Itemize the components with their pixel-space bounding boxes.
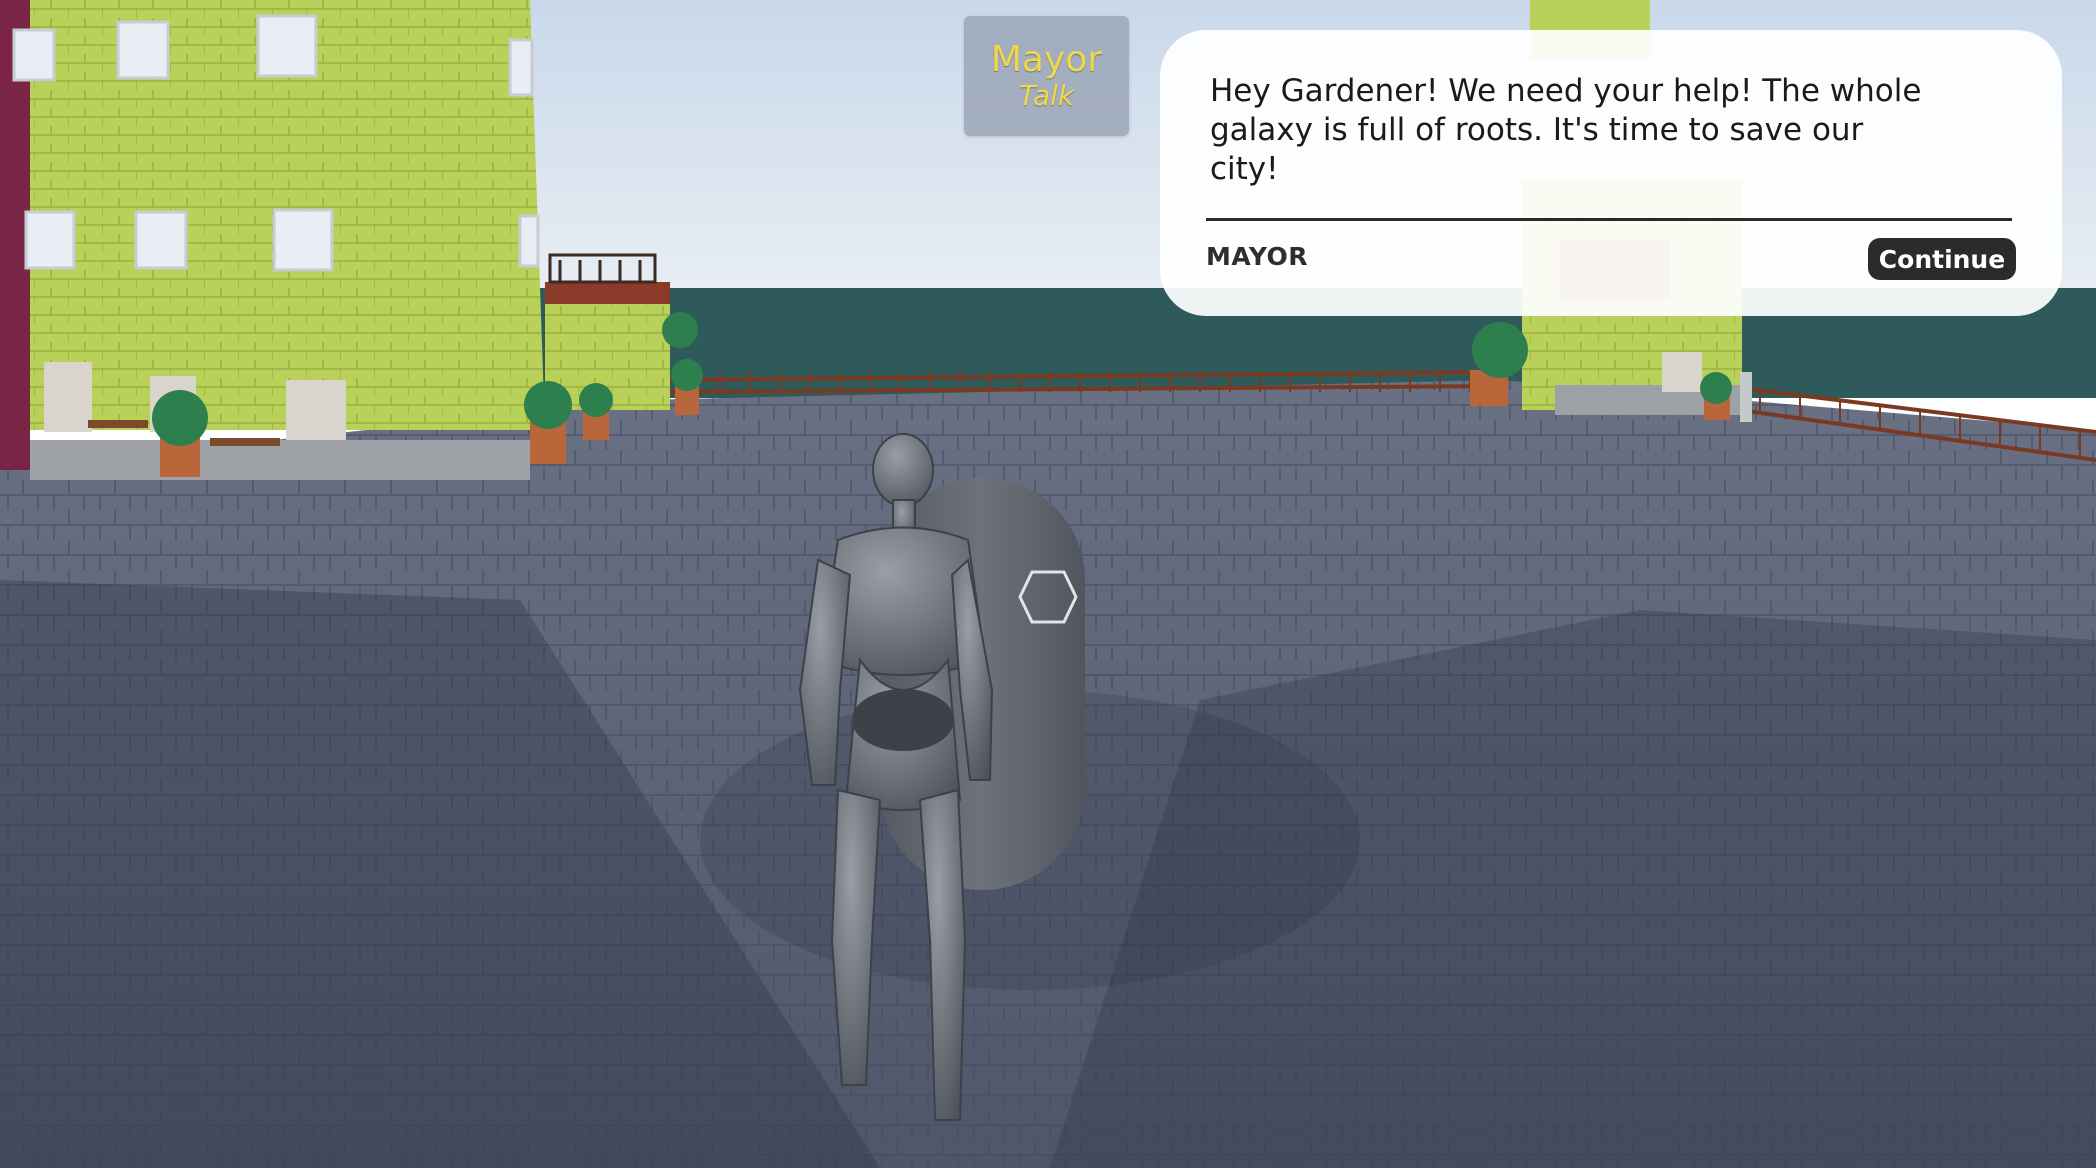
dialogue-divider: [1206, 218, 2012, 221]
dialogue-box: Hey Gardener! We need your help! The who…: [1160, 30, 2062, 316]
nameplate-name: Mayor: [990, 39, 1103, 80]
dialogue-text: Hey Gardener! We need your help! The who…: [1210, 73, 1922, 187]
continue-button[interactable]: Continue: [1868, 238, 2016, 280]
dialogue-speaker: MAYOR: [1206, 242, 1309, 271]
npc-nameplate: Mayor Talk: [964, 16, 1129, 136]
game-viewport[interactable]: Mayor Talk Hey Gardener! We need your he…: [0, 0, 2096, 1168]
nameplate-action: Talk: [1018, 79, 1075, 112]
